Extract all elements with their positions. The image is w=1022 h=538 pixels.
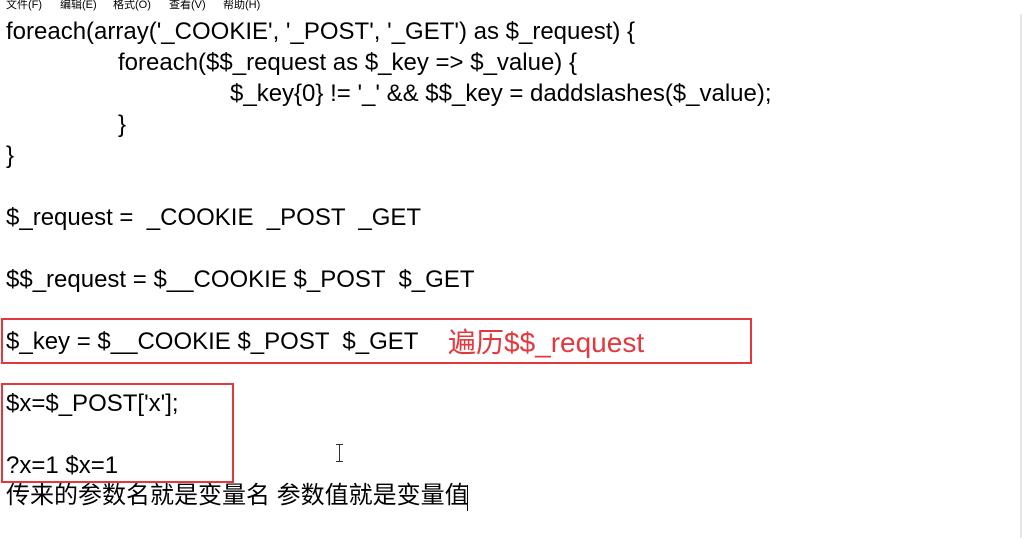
code-line-11: 传来的参数名就是变量名 参数值就是变量值 <box>6 482 469 509</box>
menu-format[interactable]: 格式(O) <box>113 0 151 12</box>
ibeam-cursor-icon <box>336 444 344 462</box>
code-line-2: foreach($$_request as $_key => $_value) … <box>118 49 577 76</box>
code-line-5: } <box>6 142 15 169</box>
menu-view[interactable]: 查看(V) <box>169 0 206 12</box>
code-line-7: $$_request = $__COOKIE $_POST $_GET <box>6 266 475 293</box>
menu-help[interactable]: 帮助(H) <box>223 0 260 12</box>
menu-edit[interactable]: 编辑(E) <box>60 0 97 12</box>
annotation-text: 遍历$$_request <box>448 327 645 358</box>
code-line-4: } <box>118 111 127 138</box>
code-line-6: $_request = _COOKIE _POST _GET <box>6 204 422 231</box>
text-caret <box>467 485 468 511</box>
highlight-box-x-lines <box>1 383 234 483</box>
menu-bar: 文件(F) 编辑(E) 格式(O) 查看(V) 帮助(H) <box>0 0 1022 14</box>
code-line-1: foreach(array('_COOKIE', '_POST', '_GET'… <box>6 18 636 45</box>
menu-file[interactable]: 文件(F) <box>6 0 42 12</box>
code-line-3: $_key{0} != '_' && $$_key = daddslashes(… <box>230 80 772 107</box>
